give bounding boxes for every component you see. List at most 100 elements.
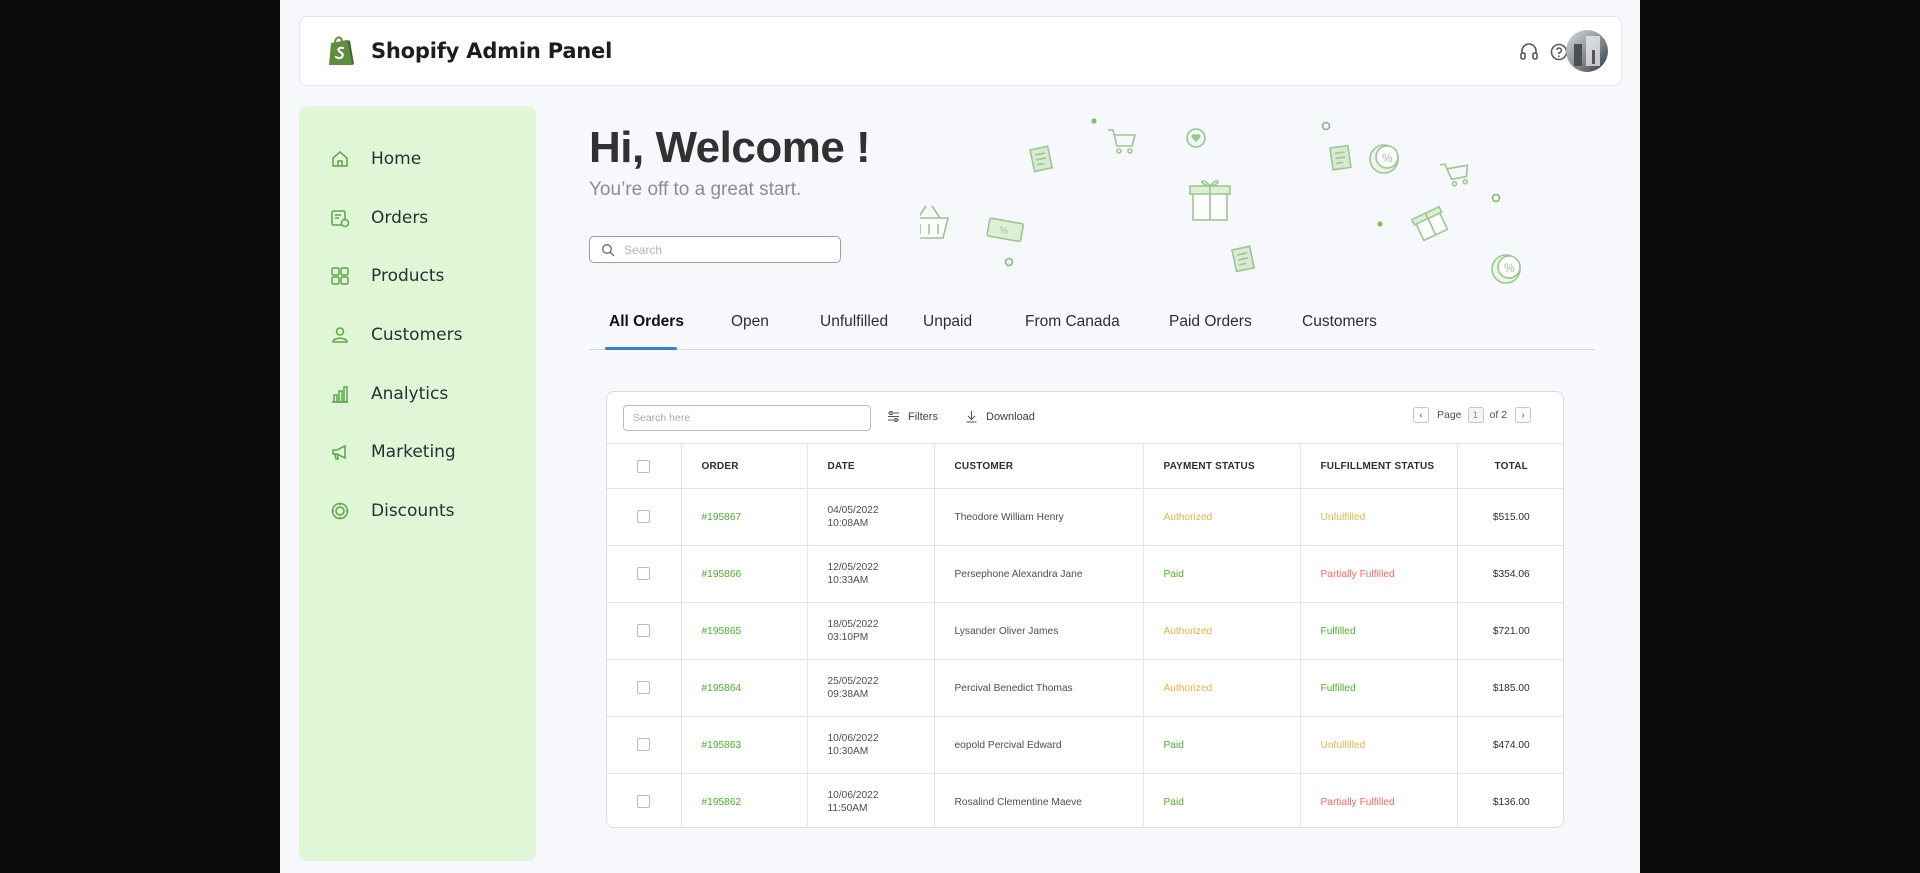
order-cell: #195865: [680, 602, 807, 660]
payment-status: Authorized: [1142, 488, 1300, 546]
row-select-cell: [607, 716, 681, 774]
table-row[interactable]: #195863 10/06/2022 10:30AM eopold Perciva…: [607, 716, 1563, 774]
chevron-right-icon: ›: [1521, 409, 1525, 421]
orders-table: ORDER DATE CUSTOMER PAYMENT STATUS FULFI…: [607, 443, 1563, 827]
megaphone-icon: [332, 444, 346, 460]
date-cell: 10/06/2022 10:30AM: [806, 716, 934, 774]
sidebar-item-label: Customers: [371, 325, 463, 345]
tab-open[interactable]: Open: [731, 313, 769, 331]
tab-unpaid[interactable]: Unpaid: [923, 313, 972, 331]
order-link[interactable]: #195866: [702, 569, 742, 580]
table-row[interactable]: #195865 18/05/2022 03:10PM Lysander Olive…: [607, 602, 1563, 660]
sidebar-item-label: Products: [371, 266, 445, 286]
sidebar-item-marketing[interactable]: Marketing: [329, 434, 529, 470]
order-total: $185.00: [1456, 659, 1563, 717]
customer-name: Rosalind Clementine Maeve: [933, 773, 1143, 827]
row-select-cell: [607, 545, 681, 603]
tab-unfulfilled[interactable]: Unfulfilled: [820, 313, 888, 331]
current-page-input[interactable]: 1: [1467, 407, 1484, 423]
payment-status: Authorized: [1142, 659, 1300, 717]
row-checkbox[interactable]: [637, 795, 651, 809]
sidebar: Home Orders Products Customers Analytics…: [299, 106, 536, 861]
order-link[interactable]: #195865: [702, 626, 742, 637]
row-checkbox[interactable]: [637, 510, 651, 524]
tab-customers[interactable]: Customers: [1302, 313, 1377, 331]
column-header-fulfillment-status[interactable]: FULFILLMENT STATUS: [1299, 443, 1457, 489]
order-total: $354.06: [1456, 545, 1563, 603]
order-date: 10/06/2022: [827, 733, 879, 744]
shopping-illustration: % % %: [920, 118, 1521, 284]
discount-badge-icon: [331, 502, 349, 520]
row-checkbox[interactable]: [637, 567, 651, 581]
pagination: ‹ Page 1 of 2 ›: [1413, 407, 1532, 423]
fulfillment-status: Fulfilled: [1299, 659, 1457, 717]
sidebar-item-analytics[interactable]: Analytics: [329, 376, 529, 412]
date-cell: 18/05/2022 03:10PM: [806, 602, 934, 660]
order-total: $136.00: [1456, 773, 1563, 827]
row-select-cell: [607, 488, 681, 546]
orders-table-card: Filters Download ‹ Page 1 of 2 › ORDER D…: [606, 391, 1564, 828]
table-row[interactable]: #195866 12/05/2022 10:33AM Persephone Ale…: [607, 545, 1563, 603]
select-all-checkbox[interactable]: [637, 459, 651, 473]
svg-text:%: %: [1382, 151, 1393, 165]
analytics-icon: [332, 386, 348, 403]
payment-status: Paid: [1142, 773, 1300, 827]
row-checkbox[interactable]: [637, 738, 651, 752]
table-search-input[interactable]: [633, 410, 861, 426]
table-search-box[interactable]: [623, 405, 871, 431]
customer-name: Theodore William Henry: [933, 488, 1143, 546]
active-tab-indicator: [605, 347, 677, 350]
table-row[interactable]: #195864 25/05/2022 09:38AM Percival Bened…: [607, 659, 1563, 717]
sidebar-item-customers[interactable]: Customers: [329, 317, 529, 353]
search-box[interactable]: [589, 236, 841, 263]
order-date: 12/05/2022: [827, 562, 879, 573]
filters-button[interactable]: Filters: [887, 410, 938, 423]
payment-status: Paid: [1142, 545, 1300, 603]
customer-name: eopold Percival Edward: [933, 716, 1143, 774]
table-row[interactable]: #195867 04/05/2022 10:08AM Theodore Willi…: [607, 488, 1563, 546]
tab-from-canada[interactable]: From Canada: [1025, 313, 1120, 331]
column-header-customer[interactable]: CUSTOMER: [933, 443, 1143, 489]
sidebar-item-home[interactable]: Home: [329, 141, 529, 177]
row-checkbox[interactable]: [637, 681, 651, 695]
column-header-date[interactable]: DATE: [806, 443, 934, 489]
order-link[interactable]: #195862: [702, 797, 742, 808]
avatar-photo: [1574, 36, 1600, 66]
order-link[interactable]: #195864: [702, 683, 742, 694]
order-link[interactable]: #195863: [702, 740, 742, 751]
sidebar-item-orders[interactable]: Orders: [329, 200, 529, 236]
date-cell: 04/05/2022 10:08AM: [806, 488, 934, 546]
order-time: 09:38AM: [827, 689, 869, 700]
order-link[interactable]: #195867: [702, 512, 742, 523]
order-total: $474.00: [1456, 716, 1563, 774]
customer-name: Percival Benedict Thomas: [933, 659, 1143, 717]
column-header-order[interactable]: ORDER: [680, 443, 807, 489]
column-header-payment-status[interactable]: PAYMENT STATUS: [1142, 443, 1300, 489]
chevron-left-icon: ‹: [1419, 409, 1423, 421]
headset-icon[interactable]: [1518, 41, 1540, 63]
customer-name: Persephone Alexandra Jane: [933, 545, 1143, 603]
avatar[interactable]: [1566, 30, 1608, 72]
order-time: 10:33AM: [827, 575, 869, 586]
search-input[interactable]: [624, 240, 824, 259]
download-icon: [966, 411, 977, 423]
tab-paid-orders[interactable]: Paid Orders: [1169, 313, 1252, 331]
sidebar-item-products[interactable]: Products: [329, 258, 529, 294]
tab-all-orders[interactable]: All Orders: [609, 313, 684, 331]
order-date: 04/05/2022: [827, 505, 879, 516]
filters-label: Filters: [908, 410, 938, 423]
row-checkbox[interactable]: [637, 624, 651, 638]
row-select-cell: [607, 602, 681, 660]
download-button[interactable]: Download: [965, 410, 1035, 423]
table-row[interactable]: #195862 10/06/2022 11:50AM Rosalind Cleme…: [607, 773, 1563, 827]
sidebar-item-discounts[interactable]: Discounts: [329, 493, 529, 529]
fulfillment-status: Unfulfilled: [1299, 716, 1457, 774]
sidebar-item-label: Marketing: [371, 442, 456, 462]
shopify-logo[interactable]: [326, 34, 356, 68]
order-time: 03:10PM: [827, 632, 869, 643]
date-cell: 10/06/2022 11:50AM: [806, 773, 934, 827]
customer-name: Lysander Oliver James: [933, 602, 1143, 660]
next-page-button[interactable]: ›: [1515, 407, 1532, 423]
prev-page-button[interactable]: ‹: [1413, 407, 1429, 423]
column-header-total[interactable]: TOTAL: [1456, 443, 1563, 489]
